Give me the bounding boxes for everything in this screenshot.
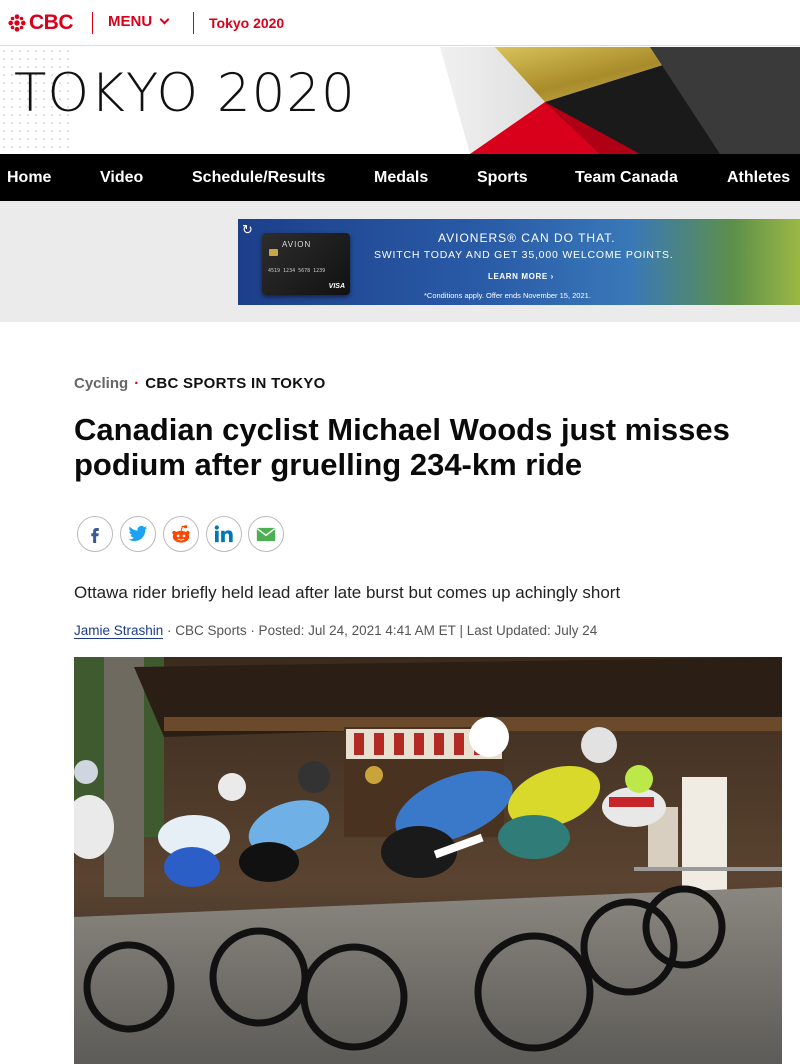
nav-item-home[interactable]: Home	[7, 169, 51, 187]
nav-item-team-canada[interactable]: Team Canada	[575, 169, 678, 187]
main-nav: Home Video Schedule/Results Medals Sport…	[0, 154, 800, 201]
cyclists-photo-illustration	[74, 657, 782, 1064]
share-linkedin-button[interactable]	[206, 516, 242, 552]
ad-cta[interactable]: LEARN MORE ›	[488, 272, 554, 281]
share-email-button[interactable]	[248, 516, 284, 552]
email-icon	[256, 527, 276, 541]
ad-offer: SWITCH TODAY AND GET 35,000 WELCOME POIN…	[374, 249, 674, 261]
reddit-icon	[172, 525, 190, 543]
category-link[interactable]: Cycling	[74, 375, 128, 392]
divider	[193, 12, 194, 34]
menu-button[interactable]: MENU	[108, 13, 170, 30]
nav-item-video[interactable]: Video	[100, 169, 143, 187]
divider	[92, 12, 93, 34]
chevron-down-icon	[159, 14, 170, 25]
ad-headline: AVIONERS® CAN DO THAT.	[438, 231, 616, 245]
top-bar: CBC MENU Tokyo 2020	[0, 0, 800, 46]
share-facebook-button[interactable]	[77, 516, 113, 552]
article-headline: Canadian cyclist Michael Woods just miss…	[74, 412, 730, 482]
ad-disclaimer: *Conditions apply. Offer ends November 1…	[424, 291, 591, 300]
section-link-tokyo[interactable]: Tokyo 2020	[209, 15, 284, 31]
show-label: CBC SPORTS IN TOKYO	[145, 375, 326, 392]
nav-item-athletes[interactable]: Athletes	[727, 169, 790, 187]
visa-logo: VISA	[328, 283, 345, 290]
linkedin-icon	[214, 525, 233, 543]
article-subheading: Ottawa rider briefly held lead after lat…	[74, 583, 621, 602]
cbc-wordmark: CBC	[29, 11, 74, 34]
ad-container: ↻ AVION 4519 1234 5678 1239 VISA AVIONER…	[0, 201, 800, 322]
twitter-icon	[128, 525, 148, 542]
breadcrumb: Cycling · CBC SPORTS IN TOKYO	[74, 375, 326, 392]
refresh-icon: ↻	[242, 222, 253, 237]
byline-meta: · CBC Sports · Posted: Jul 24, 2021 4:41…	[163, 623, 598, 638]
cbc-gem-icon	[8, 14, 26, 32]
chip-icon	[269, 249, 278, 256]
share-reddit-button[interactable]	[163, 516, 199, 552]
nav-item-medals[interactable]: Medals	[374, 169, 428, 187]
card-number: 4519 1234 5678 1239	[268, 268, 326, 274]
nav-item-sports[interactable]: Sports	[477, 169, 528, 187]
nav-item-schedule[interactable]: Schedule/Results	[192, 169, 325, 187]
tokyo-banner: TOKYO 2020	[0, 47, 800, 154]
cbc-logo[interactable]: CBC	[8, 11, 74, 35]
menu-label: MENU	[108, 13, 153, 30]
share-twitter-button[interactable]	[120, 516, 156, 552]
article-hero-photo	[74, 657, 782, 1064]
facebook-icon	[91, 528, 99, 543]
advertisement-banner[interactable]: ↻ AVION 4519 1234 5678 1239 VISA AVIONER…	[238, 219, 800, 305]
byline: Jamie Strashin · CBC Sports · Posted: Ju…	[74, 623, 598, 639]
credit-card-image: AVION 4519 1234 5678 1239 VISA	[262, 233, 350, 295]
page-title: TOKYO 2020	[14, 63, 356, 124]
separator-dot: ·	[134, 375, 140, 392]
author-link[interactable]: Jamie Strashin	[74, 623, 164, 639]
card-brand: AVION	[282, 240, 312, 249]
